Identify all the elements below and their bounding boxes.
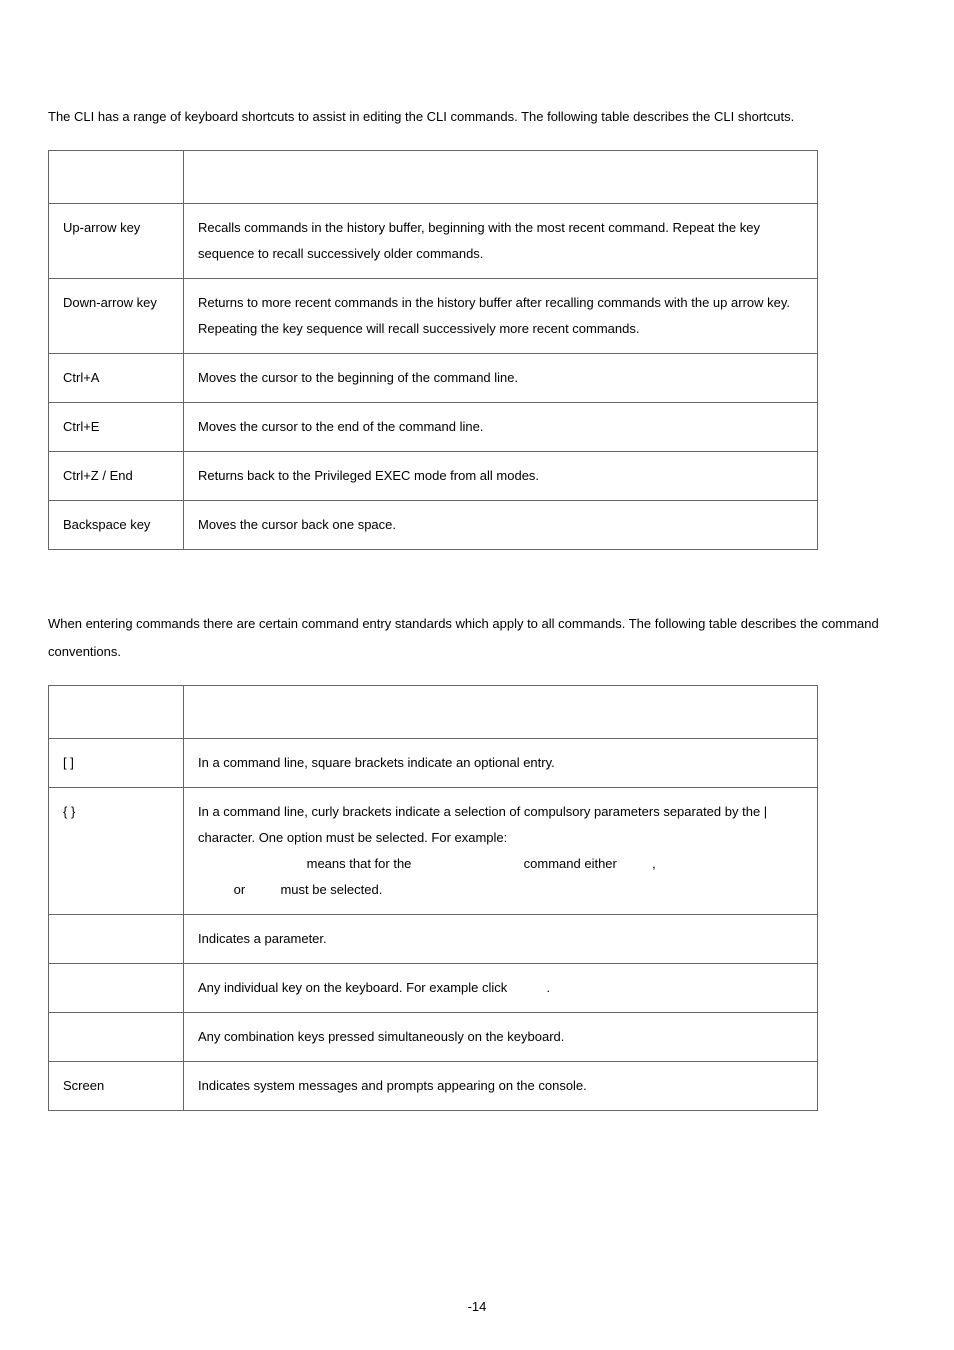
convention-key: Screen (49, 1061, 184, 1110)
shortcut-desc: Moves the cursor back one space. (184, 500, 818, 549)
desc-text: , (652, 856, 656, 871)
shortcut-key: Down-arrow key (49, 278, 184, 353)
desc-text: Any individual key on the keyboard. For … (198, 980, 507, 995)
shortcut-key: Backspace key (49, 500, 184, 549)
convention-desc: In a command line, curly brackets indica… (184, 787, 818, 914)
table-row: Any individual key on the keyboard. For … (49, 963, 818, 1012)
desc-text: must be selected. (280, 882, 382, 897)
shortcut-desc: Recalls commands in the history buffer, … (184, 203, 818, 278)
shortcut-table: Up-arrow key Recalls commands in the his… (48, 150, 818, 550)
intro-paragraph-2: When entering commands there are certain… (48, 610, 906, 667)
desc-text: In a command line, curly brackets indica… (198, 804, 767, 845)
convention-key (49, 963, 184, 1012)
table-header-row (49, 685, 818, 738)
desc-text: means that for the (307, 856, 412, 871)
shortcut-key: Ctrl+Z / End (49, 451, 184, 500)
table-row: Any combination keys pressed simultaneou… (49, 1012, 818, 1061)
desc-text: command either (524, 856, 617, 871)
shortcut-key: Up-arrow key (49, 203, 184, 278)
convention-key (49, 914, 184, 963)
page-number: -14 (0, 1293, 954, 1322)
convention-key: { } (49, 787, 184, 914)
table-row: { } In a command line, curly brackets in… (49, 787, 818, 914)
desc-text: . (547, 980, 551, 995)
table-row: Ctrl+Z / End Returns back to the Privile… (49, 451, 818, 500)
desc-text: or (234, 882, 246, 897)
shortcut-desc: Moves the cursor to the beginning of the… (184, 353, 818, 402)
convention-key (49, 1012, 184, 1061)
convention-table: [ ] In a command line, square brackets i… (48, 685, 818, 1111)
convention-key: [ ] (49, 738, 184, 787)
convention-desc: Indicates a parameter. (184, 914, 818, 963)
table-row: Up-arrow key Recalls commands in the his… (49, 203, 818, 278)
table-row: Backspace key Moves the cursor back one … (49, 500, 818, 549)
shortcut-desc: Returns to more recent commands in the h… (184, 278, 818, 353)
table-header-row (49, 150, 818, 203)
convention-desc: Any individual key on the keyboard. For … (184, 963, 818, 1012)
table-header-desc (184, 685, 818, 738)
shortcut-key: Ctrl+E (49, 402, 184, 451)
table-header-desc (184, 150, 818, 203)
convention-desc: In a command line, square brackets indic… (184, 738, 818, 787)
table-header-key (49, 685, 184, 738)
convention-desc: Indicates system messages and prompts ap… (184, 1061, 818, 1110)
document-page: The CLI has a range of keyboard shortcut… (0, 0, 954, 1350)
table-row: [ ] In a command line, square brackets i… (49, 738, 818, 787)
table-row: Ctrl+E Moves the cursor to the end of th… (49, 402, 818, 451)
convention-desc: Any combination keys pressed simultaneou… (184, 1012, 818, 1061)
shortcut-desc: Returns back to the Privileged EXEC mode… (184, 451, 818, 500)
table-row: Screen Indicates system messages and pro… (49, 1061, 818, 1110)
intro-paragraph-1: The CLI has a range of keyboard shortcut… (48, 103, 906, 132)
table-row: Down-arrow key Returns to more recent co… (49, 278, 818, 353)
shortcut-key: Ctrl+A (49, 353, 184, 402)
shortcut-desc: Moves the cursor to the end of the comma… (184, 402, 818, 451)
table-row: Ctrl+A Moves the cursor to the beginning… (49, 353, 818, 402)
table-header-key (49, 150, 184, 203)
table-row: Indicates a parameter. (49, 914, 818, 963)
